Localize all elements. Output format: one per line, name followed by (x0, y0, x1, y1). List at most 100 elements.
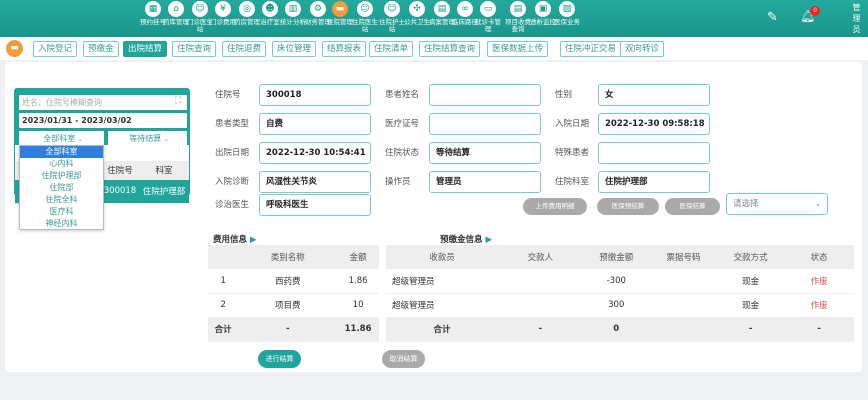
col-header: 票据号码 (649, 245, 718, 269)
dept-option[interactable]: 心内科 (20, 158, 103, 170)
tab[interactable]: 住院冲正交易 (560, 41, 622, 57)
gender-field[interactable]: 女 (598, 84, 710, 106)
col-header: 收款员 (386, 245, 499, 269)
cell: - (238, 317, 338, 341)
special-field[interactable] (598, 142, 710, 164)
title-text: 费用信息 (213, 235, 248, 245)
cell (650, 269, 717, 293)
tab[interactable]: 预缴金 (83, 41, 119, 57)
nav-item[interactable]: ▥ 统计分析 (280, 1, 306, 26)
cell (498, 293, 583, 317)
dept-option[interactable]: 住院护理部 (20, 170, 103, 182)
col-header: 交款方式 (717, 245, 785, 269)
table-row: 超级管理员 -300 现金 作废 (386, 269, 854, 293)
nav-item[interactable]: ▭ 就诊卡管理 (475, 1, 501, 33)
tab[interactable]: 床位管理 (272, 41, 317, 57)
nav-item[interactable]: ▧ 医保业务 (554, 1, 580, 26)
user-name[interactable]: 管理员 (851, 2, 862, 35)
nav-item[interactable]: ☺ 住院护士站 (379, 1, 405, 33)
dept-option[interactable]: 全部科室 (20, 146, 103, 158)
dept-select[interactable]: 全部科室 ⌄ (19, 131, 104, 146)
nav-item[interactable]: ¥ 门诊费用 (210, 1, 236, 26)
inpatient-no-label: 住院号 (215, 90, 241, 100)
cell: - (717, 317, 785, 341)
nav-item[interactable]: ⌂ 药库管理 (163, 1, 189, 26)
patient-type-field[interactable]: 自费 (259, 113, 371, 135)
status-field[interactable]: 等待结算 (429, 142, 541, 164)
tab[interactable]: 医保数据上传 (487, 41, 549, 57)
tab[interactable]: 双向转诊 (620, 41, 665, 57)
nav-item[interactable]: ▬ 住院管理 (327, 1, 353, 26)
col-header: 类别名称 (238, 245, 338, 269)
nav-item[interactable]: ▣ 透析监控 (530, 1, 556, 26)
tab[interactable]: 入院登记 (33, 41, 78, 57)
settle-button[interactable]: 进行结算 (258, 350, 301, 368)
dept-option[interactable]: 医疗科 (20, 206, 103, 218)
select-placeholder: 请选择 (733, 199, 759, 209)
tab-bar: ▬ 入院登记 预缴金 出院结算 住院查询 住院退费 床位管理 结算报表 住院清单 住院结算查询医… (0, 37, 868, 60)
pencil-icon[interactable]: ✎ (767, 10, 778, 25)
nav-item[interactable]: ✣ 公共卫生 (404, 1, 430, 26)
nav-label: 住院医生站 (352, 18, 378, 33)
dept-option[interactable]: 住院全科 (20, 194, 103, 206)
operator-label: 操作员 (385, 177, 411, 187)
dept-select-value: 全部科室 (43, 134, 76, 143)
tab[interactable]: 住院退费 (222, 41, 267, 57)
nav-item[interactable]: ▤ 项目收费查询 (505, 1, 531, 33)
table-row: 超级管理员 300 现金 作废 (386, 293, 854, 317)
insurance-select[interactable]: 请选择 ⌄ (726, 193, 828, 215)
doctor-field[interactable]: 呼吸科医生 (259, 194, 371, 216)
dept-dropdown: 全部科室 心内科 住院护理部 住院部 住院全科 医疗科 神经内科 (19, 145, 104, 230)
nav-label: 医保业务 (554, 18, 580, 26)
bed-icon: ▬ (332, 1, 348, 17)
path-icon: ∞ (457, 1, 473, 17)
ward-field[interactable]: 住院护理部 (598, 171, 710, 193)
warehouse-icon: ⌂ (168, 1, 184, 17)
cell: 10 (352, 300, 364, 310)
cell: 2 (220, 300, 226, 310)
cancel-settle-button[interactable]: 取消结算 (382, 350, 425, 368)
medical-card-label: 医疗证号 (385, 119, 420, 129)
inpatient-no-field[interactable]: 300018 (259, 84, 371, 106)
date-range-input[interactable]: 2023/01/31 - 2023/03/02 (19, 113, 187, 128)
total-row: 合计 -11.86 (208, 317, 379, 341)
scan-icon[interactable]: ⛶ (175, 96, 181, 106)
cell: 合计 (208, 317, 239, 341)
nav-label: 统计分析 (280, 18, 306, 26)
discharge-date-field[interactable]: 2022-12-30 10:54:41 (259, 142, 371, 164)
tab[interactable]: 住院清单 (369, 41, 414, 57)
pre-settle-button[interactable]: 医保预结算 (597, 198, 659, 215)
medical-card-field[interactable] (429, 113, 541, 135)
triangle-icon: ▶ (249, 235, 257, 245)
nav-item[interactable]: ☺ 住院医生站 (352, 1, 378, 33)
cell: 超级管理员 (392, 301, 435, 311)
cell: 项目费 (274, 301, 301, 311)
diagnosis-label: 入院诊断 (215, 177, 250, 187)
nav-label: 门诊费用 (210, 18, 236, 26)
cell: 西药费 (274, 276, 301, 287)
search-input[interactable]: 姓名、住院号模糊查询 (19, 95, 187, 110)
tab[interactable]: 结算报表 (322, 41, 367, 57)
nav-label: 透析监控 (530, 18, 556, 26)
diagnosis-field[interactable]: 风湿性关节炎 (259, 171, 371, 193)
patient-name-label: 患者姓名 (385, 90, 420, 100)
discharge-date-label: 出院日期 (215, 148, 250, 158)
status-select[interactable]: 等待结算 ⌄ (108, 131, 187, 146)
operator-field[interactable]: 管理员 (429, 171, 541, 193)
cell: 300 (608, 300, 625, 310)
tab[interactable]: 住院查询 (172, 41, 217, 57)
tab[interactable]: 出院结算 (123, 41, 168, 57)
nav-label: 住院管理 (327, 18, 353, 26)
patient-name-field[interactable] (429, 84, 541, 106)
tab[interactable]: 住院结算查询 (419, 41, 481, 57)
dept-option[interactable]: 住院部 (20, 182, 103, 194)
insurance-settle-button[interactable]: 医保结算 (665, 198, 720, 215)
dept-option[interactable]: 神经内科 (20, 218, 103, 230)
title-text: 预缴金信息 (440, 235, 483, 245)
special-label: 特殊患者 (555, 148, 590, 158)
upload-fee-button[interactable]: 上传费用明细 (523, 198, 587, 215)
admit-date-field[interactable]: 2022-12-30 09:58:18 (598, 113, 710, 135)
nav-label: 住院护士站 (379, 18, 405, 33)
nav-label: 项目收费查询 (505, 18, 531, 33)
patient-type-label: 患者类型 (215, 119, 250, 129)
